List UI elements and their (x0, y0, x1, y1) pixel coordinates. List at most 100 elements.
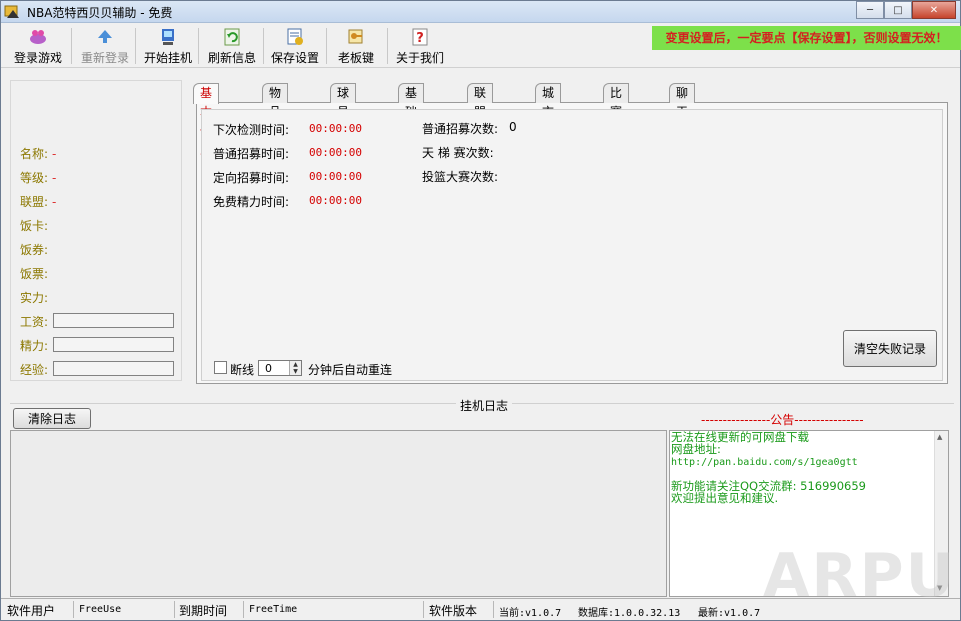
player-level-row: 等级: - (20, 169, 56, 186)
title-bar: NBA范特西贝贝辅助 - 免费 ─ □ ✕ (1, 1, 960, 23)
save-doc-icon (286, 28, 304, 46)
start-hangup-label: 开始挂机 (143, 51, 192, 65)
salary-label: 工资: (20, 315, 49, 329)
reconnect-minutes-value: 0 (265, 362, 272, 375)
announcement-line: 网盘地址: (671, 442, 721, 456)
relogin-button[interactable]: 重新登录 (77, 26, 133, 66)
close-button[interactable]: ✕ (912, 1, 956, 19)
refresh-icon (223, 28, 241, 46)
ladder-count-label: 天 梯 赛次数: (422, 146, 494, 160)
status-expire-value: FreeTime (249, 604, 298, 615)
window-title: NBA范特西贝贝辅助 - 免费 (27, 6, 173, 20)
free-energy-time-value: 00:00:00 (309, 194, 362, 207)
normal-recruit-count-label: 普通招募次数: (422, 122, 499, 136)
status-user-value: FreeUse (79, 604, 122, 615)
status-separator (423, 601, 424, 618)
refresh-info-button[interactable]: 刷新信息 (204, 26, 260, 66)
player-level-label: 等级: (20, 171, 49, 185)
maximize-button[interactable]: □ (884, 1, 912, 19)
toolbar-separator (263, 28, 264, 64)
status-latest-version: 最新:v1.0.7 (698, 608, 761, 619)
status-database-version: 数据库:1.0.0.32.13 (578, 608, 681, 619)
boss-key-label: 老板键 (337, 51, 374, 65)
computer-icon (159, 28, 177, 46)
targeted-recruit-time-label: 定向招募时间: (213, 171, 290, 185)
normal-recruit-time-label: 普通招募时间: (213, 147, 290, 161)
relogin-label: 重新登录 (80, 51, 129, 65)
save-settings-label: 保存设置 (270, 51, 319, 65)
exp-label: 经验: (20, 363, 49, 377)
strength-label: 实力: (20, 291, 49, 305)
player-level-value: - (52, 171, 57, 185)
stepper-arrows-icon[interactable]: ▲ ▼ (289, 361, 301, 375)
login-game-label: 登录游戏 (13, 51, 62, 65)
status-current-version: 当前:v1.0.7 (499, 608, 562, 619)
toolbar-separator (326, 28, 327, 64)
tab-league-settings[interactable]: 联盟设置 (467, 83, 494, 157)
tab-players-info[interactable]: 球员信息 (330, 83, 357, 157)
boss-key-button[interactable]: 老板键 (334, 26, 378, 66)
window-controls: ─ □ ✕ (856, 1, 956, 19)
clear-fail-records-button[interactable]: 清空失败记录 (843, 330, 937, 367)
minimize-button[interactable]: ─ (856, 1, 884, 19)
log-textarea[interactable] (10, 430, 667, 597)
game-controller-icon (29, 28, 47, 46)
toolbar-separator (135, 28, 136, 64)
rice-card-label: 饭卡: (20, 219, 49, 233)
status-bar: 软件用户 FreeUse 到期时间 FreeTime 软件版本 当前:v1.0.… (1, 598, 960, 620)
player-league-value: - (52, 195, 57, 209)
free-energy-time-label: 免费精力时间: (213, 195, 290, 209)
status-version-label: 软件版本 (429, 604, 478, 618)
announcement-url[interactable]: http://pan.baidu.com/s/1gea0gtt (671, 457, 858, 468)
log-title: 挂机日志 (456, 397, 513, 414)
toolbar-separator (387, 28, 388, 64)
status-separator (243, 601, 244, 618)
tab-match-settings[interactable]: 比赛设置 (603, 83, 630, 157)
status-expire-label: 到期时间 (179, 604, 228, 618)
disconnect-checkbox[interactable] (214, 361, 227, 374)
toolbar-separator (71, 28, 72, 64)
tab-basic-info[interactable]: 基本信息 (193, 83, 220, 157)
tab-items-info[interactable]: 物品信息 (262, 83, 289, 157)
save-settings-button[interactable]: 保存设置 (267, 26, 323, 66)
app-icon (4, 5, 19, 18)
exp-progress-bar (53, 361, 174, 376)
reconnect-minutes-stepper[interactable]: 0 ▲ ▼ (258, 360, 302, 376)
normal-recruit-time-value: 00:00:00 (309, 146, 362, 159)
player-name-row: 名称: - (20, 145, 56, 162)
svg-text:?: ? (416, 31, 424, 46)
status-user-label: 软件用户 (7, 604, 56, 618)
rice-ticket-label: 饭票: (20, 267, 49, 281)
tab-chat-room[interactable]: 聊天室 (669, 83, 696, 138)
reconnect-suffix-label: 分钟后自动重连 (308, 363, 393, 377)
start-hangup-button[interactable]: 开始挂机 (141, 26, 195, 66)
status-separator (174, 601, 175, 618)
next-check-value: 00:00:00 (309, 122, 362, 135)
announcement-line: 欢迎提出意见和建议. (671, 491, 779, 505)
help-icon: ? (411, 28, 429, 46)
refresh-info-label: 刷新信息 (207, 51, 256, 65)
login-game-button[interactable]: 登录游戏 (9, 26, 67, 66)
announcement-title: ----------------公告---------------- (701, 413, 864, 427)
next-check-label: 下次检测时间: (213, 123, 290, 137)
player-league-row: 联盟: - (20, 193, 56, 210)
salary-progress-bar (53, 313, 174, 328)
player-league-label: 联盟: (20, 195, 49, 209)
player-info-panel: 名称: - 等级: - 联盟: - 饭卡: 饭券: 饭票: 实力: 工资: 精力: 经… (10, 80, 182, 381)
rice-coupon-label: 饭券: (20, 243, 49, 257)
save-notice-banner: 变更设置后，一定要点【保存设置】，否则设置无效！ (652, 26, 961, 50)
energy-label: 精力: (20, 339, 49, 353)
normal-recruit-count-value: 0 (509, 120, 517, 134)
scroll-up-icon[interactable]: ▲ (937, 433, 942, 441)
upload-arrow-icon (96, 28, 114, 46)
key-icon (347, 28, 365, 46)
tab-base-settings[interactable]: 基础设置 (398, 83, 425, 157)
tab-city-settings[interactable]: 城市设置 (535, 83, 562, 157)
clear-log-button[interactable]: 清除日志 (13, 408, 91, 429)
about-us-button[interactable]: ? 关于我们 (393, 26, 447, 66)
toolbar-separator (198, 28, 199, 64)
dunk-contest-count-label: 投篮大赛次数: (422, 170, 499, 184)
player-name-label: 名称: (20, 147, 49, 161)
player-name-value: - (52, 147, 57, 161)
status-separator (73, 601, 74, 618)
